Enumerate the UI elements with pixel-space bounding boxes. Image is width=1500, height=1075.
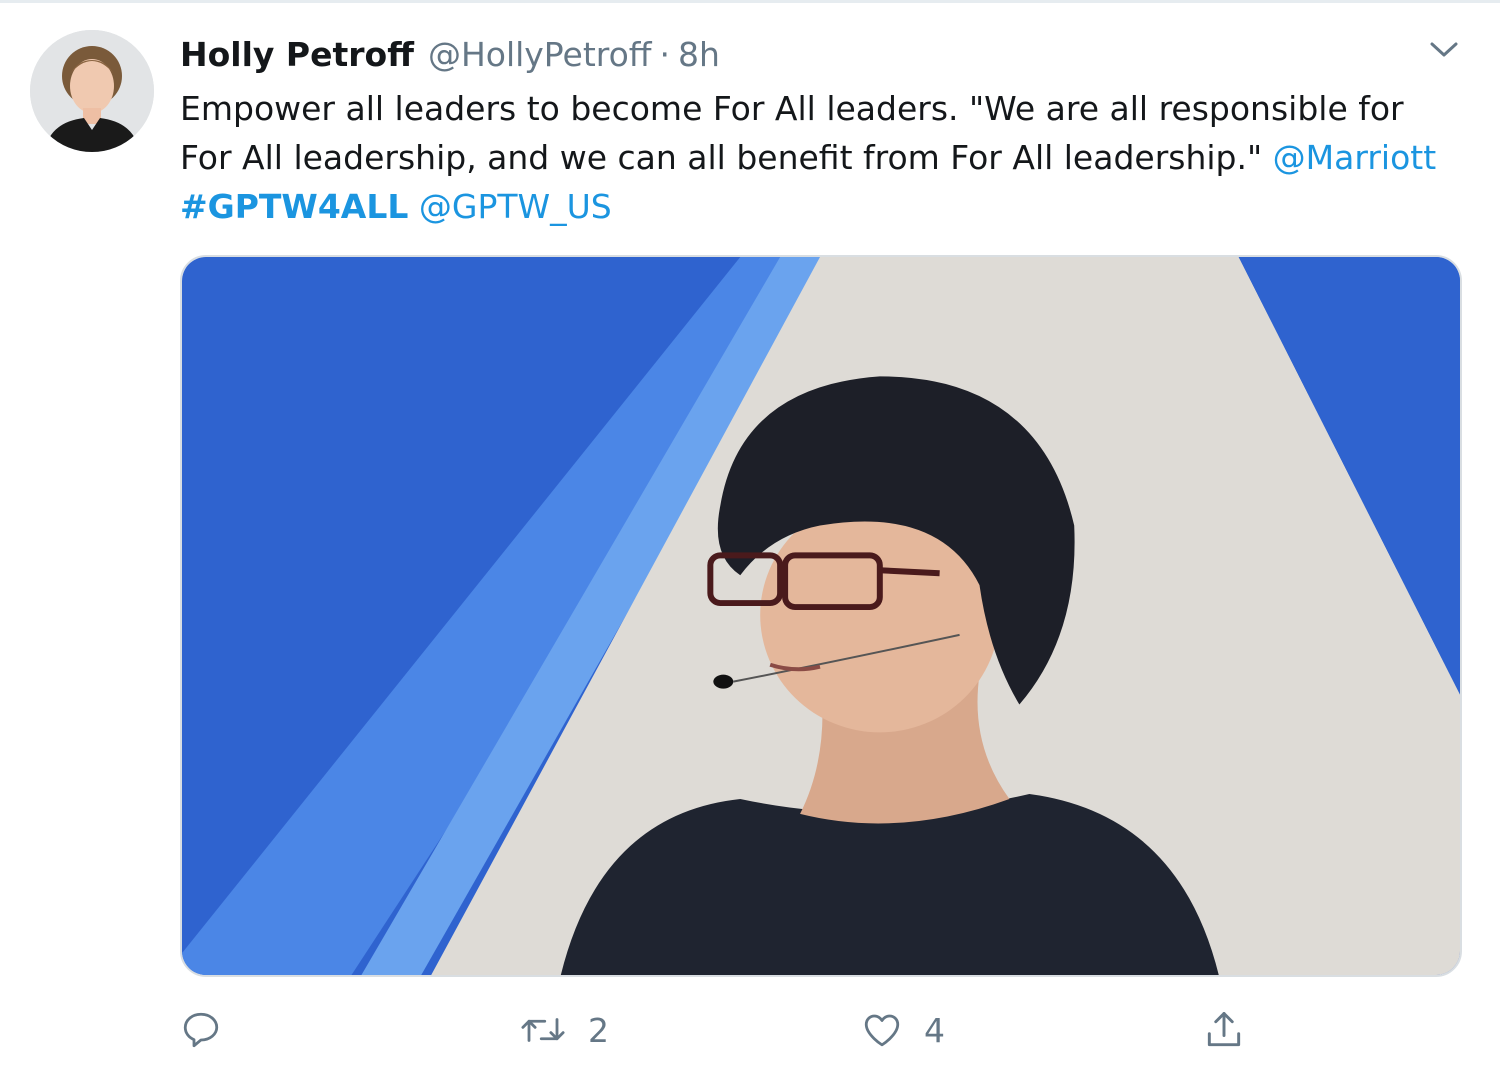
tweet-text-line-2: For All leadership, and we can all benef… (180, 133, 1470, 182)
author-handle[interactable]: @HollyPetroff (428, 35, 652, 74)
mention-marriott[interactable]: @Marriott (1273, 138, 1437, 177)
reply-icon (183, 1012, 219, 1048)
avatar[interactable] (30, 30, 154, 152)
tweet-photo[interactable] (180, 255, 1462, 977)
heart-icon (864, 1014, 900, 1047)
separator-dot: · (659, 34, 671, 74)
like-count: 4 (924, 1010, 945, 1050)
photo-of-speaker-on-stage (182, 257, 1460, 975)
retweet-count: 2 (588, 1010, 609, 1050)
share-button[interactable] (1202, 1005, 1266, 1055)
tweet-text-body: For All leadership, and we can all benef… (180, 138, 1273, 177)
chevron-down-icon[interactable] (1426, 36, 1462, 62)
timestamp[interactable]: 8h (678, 35, 720, 74)
share-icon (1207, 1012, 1241, 1047)
tweet-text-line-3: #GPTW4ALL @GPTW_US (180, 182, 1470, 231)
tweet-text-line-1: Empower all leaders to become For All le… (180, 89, 1404, 128)
avatar-image (30, 30, 154, 152)
mention-gptw-us[interactable]: @GPTW_US (419, 187, 612, 226)
hashtag-link[interactable]: #GPTW4ALL (180, 187, 408, 226)
retweet-icon (521, 1018, 565, 1042)
like-button[interactable]: 4 (860, 1005, 945, 1055)
tweet-text: Empower all leaders to become For All le… (180, 84, 1470, 231)
author-name[interactable]: Holly Petroff (180, 35, 414, 74)
top-divider (0, 0, 1500, 3)
tweet-header: Holly Petroff @HollyPetroff · 8h (180, 31, 720, 77)
retweet-button[interactable]: 2 (518, 1005, 609, 1055)
reply-button[interactable] (180, 1005, 242, 1055)
